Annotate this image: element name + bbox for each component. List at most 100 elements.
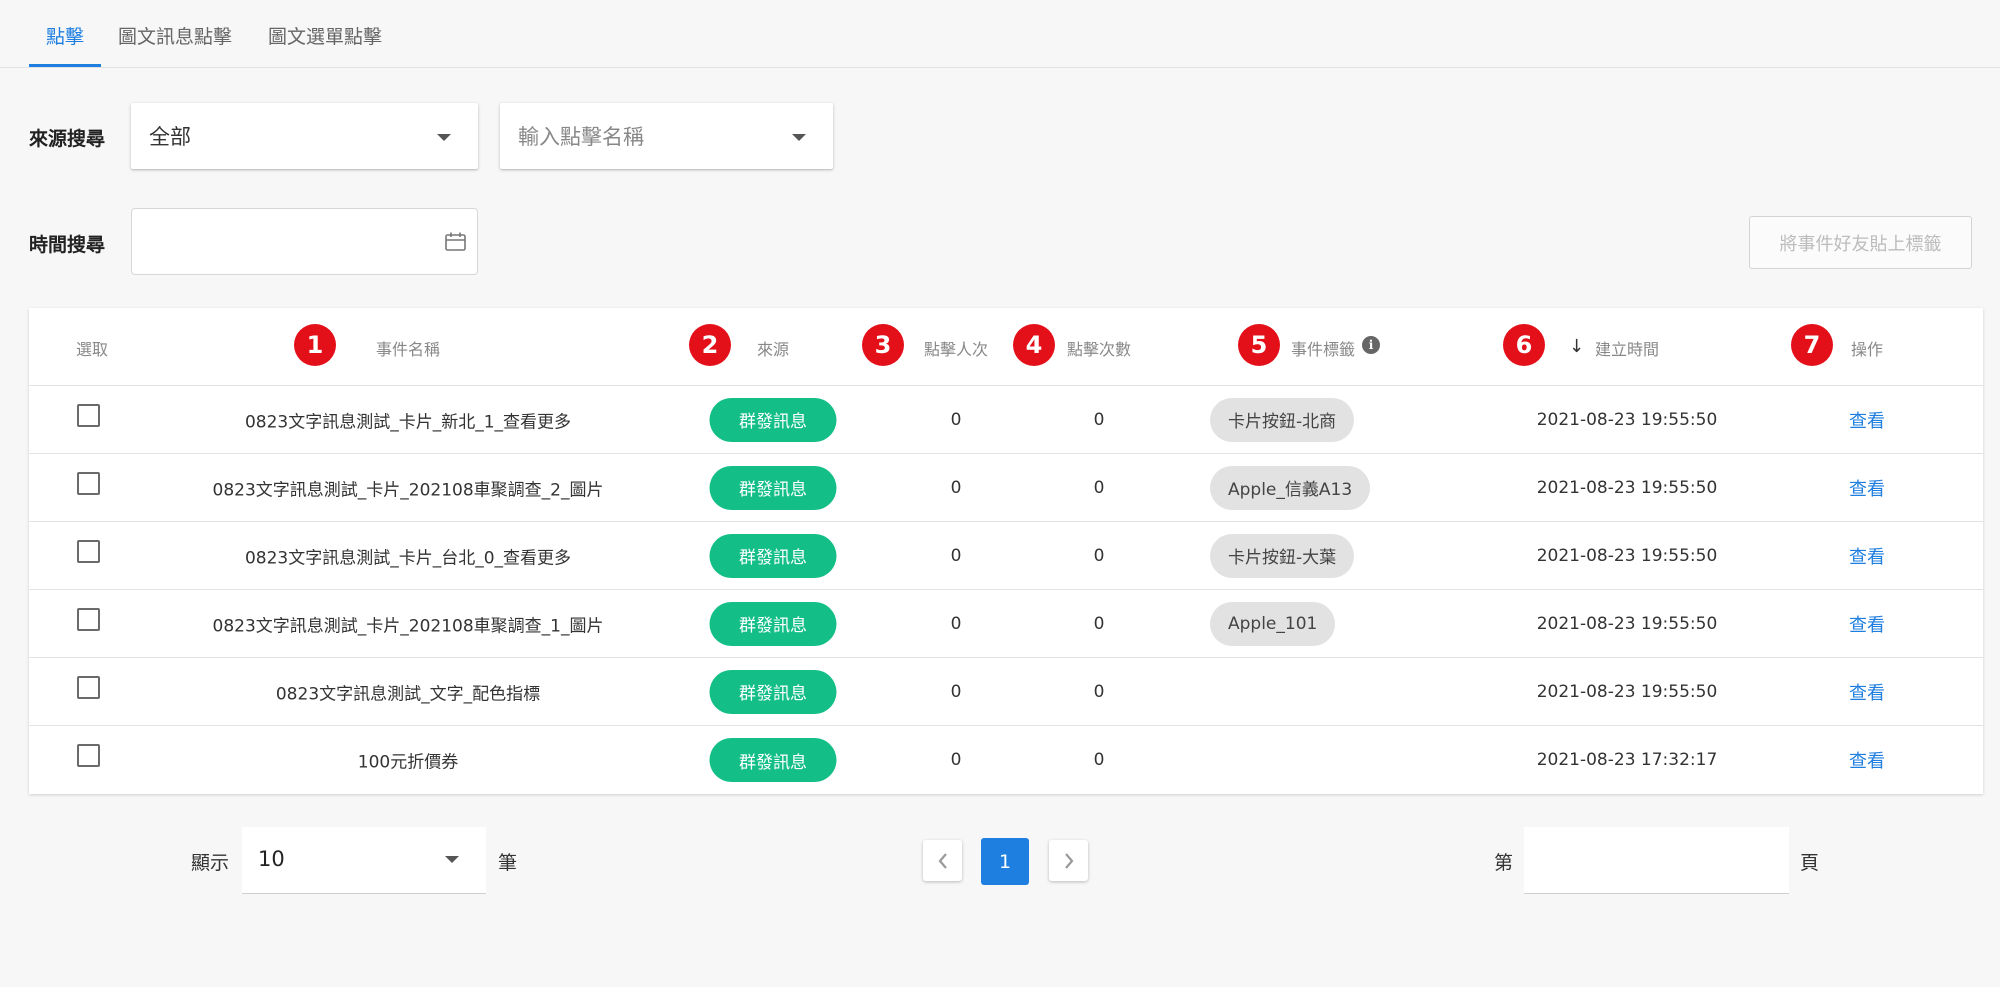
tag-event-friends-button[interactable]: 將事件好友貼上標籤 [1749, 216, 1972, 269]
view-link[interactable]: 查看 [1849, 475, 1885, 501]
header-created-time[interactable]: 建立時間 [1595, 336, 1659, 360]
view-link[interactable]: 查看 [1849, 679, 1885, 705]
goto-page-prefix: 第 [1494, 852, 1514, 874]
table-row: 100元折價券 群發訊息 0 0 2021-08-23 17:32:17 查看 [29, 726, 1983, 794]
created-time: 2021-08-23 19:55:50 [1536, 613, 1718, 634]
table-row: 0823文字訊息測試_卡片_台北_0_查看更多 群發訊息 0 0 卡片按鈕-大葉… [29, 522, 1983, 590]
annotation-badge-3: 3 [862, 324, 904, 366]
created-time: 2021-08-23 19:55:50 [1536, 477, 1718, 498]
click-name-select[interactable]: 輸入點擊名稱 [500, 103, 833, 169]
event-tag-chip: Apple_101 [1210, 601, 1336, 646]
event-name: 0823文字訊息測試_卡片_202108車聚調查_2_圖片 [212, 480, 604, 500]
events-table: 選取 1 事件名稱 2 來源 3 點擊人次 4 點擊次數 5 事件標籤 i 6 … [29, 308, 1983, 794]
view-link[interactable]: 查看 [1849, 407, 1885, 433]
chevron-left-icon [938, 852, 947, 869]
table-row: 0823文字訊息測試_文字_配色指標 群發訊息 0 0 2021-08-23 1… [29, 658, 1983, 726]
row-checkbox[interactable] [77, 608, 100, 631]
annotation-badge-7: 7 [1791, 324, 1833, 366]
annotation-badge-6: 6 [1503, 324, 1545, 366]
header-action: 操作 [1850, 340, 1884, 359]
page-size-value: 10 [258, 847, 285, 871]
next-page-button[interactable] [1049, 840, 1088, 881]
source-search-label: 來源搜尋 [29, 128, 106, 150]
header-click-count: 點擊次數 [1066, 340, 1132, 359]
created-time: 2021-08-23 17:32:17 [1536, 750, 1718, 770]
view-link[interactable]: 查看 [1849, 747, 1885, 773]
table-row: 0823文字訊息測試_卡片_新北_1_查看更多 群發訊息 0 0 卡片按鈕-北商… [29, 386, 1983, 454]
tab-rich-menu-click[interactable]: 圖文選單點擊 [268, 22, 382, 49]
table-row: 0823文字訊息測試_卡片_202108車聚調查_2_圖片 群發訊息 0 0 A… [29, 454, 1983, 522]
calendar-icon [445, 232, 466, 251]
annotation-badge-4: 4 [1013, 324, 1055, 366]
click-users-value: 0 [950, 409, 962, 430]
click-count-value: 0 [1093, 545, 1105, 566]
source-select[interactable]: 全部 [131, 103, 478, 169]
click-users-value: 0 [950, 750, 962, 770]
goto-page-input[interactable] [1524, 827, 1789, 894]
header-click-users: 點擊人次 [923, 340, 989, 359]
annotation-badge-5: 5 [1238, 324, 1280, 366]
row-checkbox[interactable] [77, 676, 100, 699]
source-badge: 群發訊息 [709, 533, 837, 578]
view-link[interactable]: 查看 [1849, 543, 1885, 569]
click-users-value: 0 [950, 613, 962, 634]
annotation-badge-2: 2 [689, 324, 731, 366]
tab-rich-message-click[interactable]: 圖文訊息點擊 [118, 22, 232, 49]
event-name: 0823文字訊息測試_卡片_台北_0_查看更多 [244, 548, 572, 568]
click-count-value: 0 [1093, 613, 1105, 634]
table-row: 0823文字訊息測試_卡片_202108車聚調查_1_圖片 群發訊息 0 0 A… [29, 590, 1983, 658]
page-size-select[interactable]: 10 [242, 827, 486, 894]
event-name: 100元折價券 [357, 752, 459, 773]
header-event-name: 事件名稱 [375, 340, 441, 359]
event-name: 0823文字訊息測試_卡片_202108車聚調查_1_圖片 [212, 616, 604, 636]
chevron-down-icon [445, 856, 459, 863]
tab-bar: 點擊 圖文訊息點擊 圖文選單點擊 [0, 0, 2000, 68]
click-count-value: 0 [1093, 681, 1105, 702]
created-time: 2021-08-23 19:55:50 [1536, 545, 1718, 566]
click-name-placeholder: 輸入點擊名稱 [518, 125, 644, 149]
click-users-value: 0 [950, 477, 962, 498]
event-tag-chip: 卡片按鈕-大葉 [1210, 533, 1355, 578]
header-select: 選取 [75, 340, 109, 359]
row-checkbox[interactable] [77, 540, 100, 563]
header-source: 來源 [756, 340, 790, 359]
sort-down-arrow-icon[interactable]: ↓ [1569, 336, 1584, 357]
source-badge: 群發訊息 [709, 601, 837, 646]
click-users-value: 0 [950, 545, 962, 566]
event-tag-chip: Apple_信義A13 [1210, 465, 1371, 510]
annotation-badge-1: 1 [294, 324, 336, 366]
click-users-value: 0 [950, 681, 962, 702]
click-count-value: 0 [1093, 750, 1105, 770]
page-1-button[interactable]: 1 [981, 838, 1029, 885]
event-tag-chip: 卡片按鈕-北商 [1210, 397, 1355, 442]
click-count-value: 0 [1093, 477, 1105, 498]
event-name: 0823文字訊息測試_文字_配色指標 [275, 684, 541, 704]
chevron-right-icon [1064, 852, 1073, 869]
unit-label: 筆 [498, 852, 518, 874]
source-badge: 群發訊息 [709, 738, 837, 782]
active-tab-indicator [29, 64, 101, 67]
view-link[interactable]: 查看 [1849, 611, 1885, 637]
time-search-label: 時間搜尋 [29, 234, 106, 256]
info-icon[interactable]: i [1362, 336, 1380, 354]
table-header: 選取 1 事件名稱 2 來源 3 點擊人次 4 點擊次數 5 事件標籤 i 6 … [29, 308, 1983, 386]
chevron-down-icon [437, 134, 451, 141]
row-checkbox[interactable] [77, 404, 100, 427]
created-time: 2021-08-23 19:55:50 [1536, 409, 1718, 430]
header-event-tags: 事件標籤 [1290, 340, 1356, 359]
source-badge: 群發訊息 [709, 397, 837, 442]
event-name: 0823文字訊息測試_卡片_新北_1_查看更多 [244, 412, 572, 432]
source-badge: 群發訊息 [709, 669, 837, 714]
click-count-value: 0 [1093, 409, 1105, 430]
created-time: 2021-08-23 19:55:50 [1536, 681, 1718, 702]
tab-click[interactable]: 點擊 [46, 22, 84, 49]
prev-page-button[interactable] [923, 840, 962, 881]
source-select-value: 全部 [149, 125, 191, 149]
source-badge: 群發訊息 [709, 465, 837, 510]
row-checkbox[interactable] [77, 744, 100, 767]
date-range-input[interactable] [131, 208, 478, 275]
show-label: 顯示 [191, 852, 230, 874]
chevron-down-icon [792, 134, 806, 141]
goto-page-suffix: 頁 [1800, 852, 1820, 874]
row-checkbox[interactable] [77, 472, 100, 495]
